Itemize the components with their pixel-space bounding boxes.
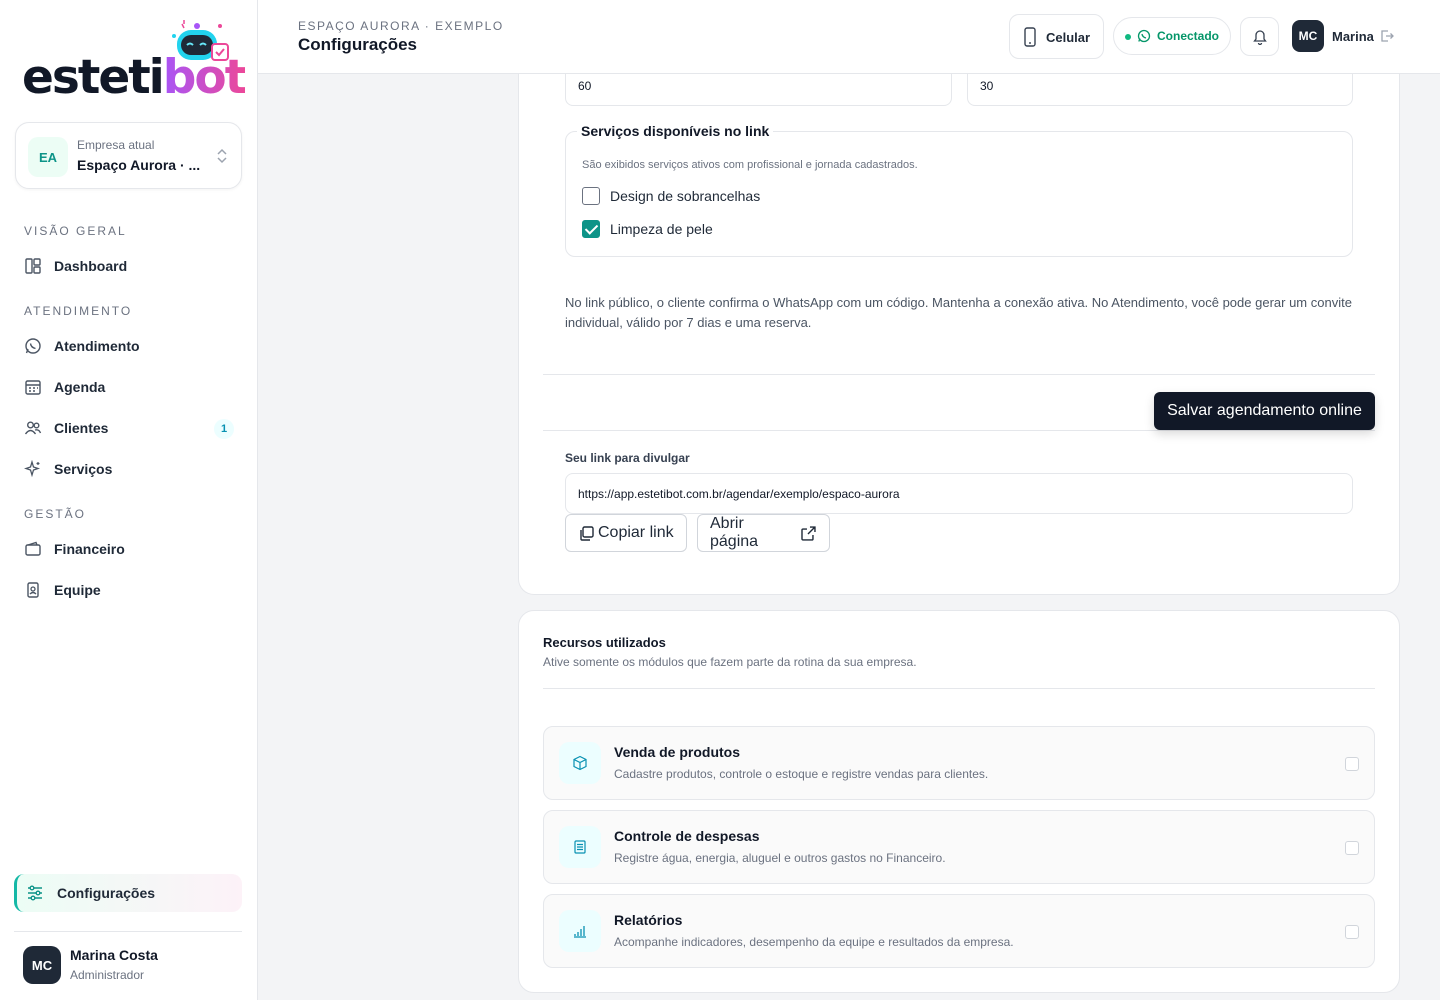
sidebar-item-label: Financeiro bbox=[54, 541, 125, 557]
sidebar-item-label: Atendimento bbox=[54, 338, 140, 354]
service-label: Design de sobrancelhas bbox=[610, 188, 761, 204]
sidebar: estetibot EA Empresa atual Espaço Aurora… bbox=[0, 0, 258, 1000]
save-booking-button[interactable]: Salvar agendamento online bbox=[1154, 392, 1375, 430]
page-title: Configurações bbox=[298, 35, 418, 54]
service-checkbox[interactable] bbox=[582, 220, 600, 238]
section-service: ATENDIMENTO bbox=[24, 304, 133, 318]
top-header: ESPAÇO AURORA · EXEMPLO Configurações Ce… bbox=[258, 0, 1440, 74]
open-page-button[interactable]: Abrir página bbox=[697, 514, 830, 552]
company-switcher[interactable]: EA Empresa atual Espaço Aurora · ... bbox=[15, 122, 242, 189]
breadcrumb: ESPAÇO AURORA · EXEMPLO bbox=[298, 19, 504, 33]
copy-link-label: Copiar link bbox=[598, 524, 674, 541]
external-link-icon bbox=[801, 525, 816, 541]
header-user-name[interactable]: Marina bbox=[1332, 29, 1374, 44]
resource-item-expenses[interactable]: Controle de despesas Registre água, ener… bbox=[543, 810, 1375, 884]
sidebar-item-label: Clientes bbox=[54, 420, 109, 436]
sidebar-item-servicos[interactable]: Serviços bbox=[14, 451, 242, 487]
service-label: Limpeza de pele bbox=[610, 221, 713, 237]
service-option[interactable]: Design de sobrancelhas bbox=[582, 186, 760, 206]
service-option[interactable]: Limpeza de pele bbox=[582, 219, 713, 239]
brand-wordmark: estetibot bbox=[22, 50, 247, 105]
sparkles-icon bbox=[24, 460, 41, 478]
resource-item-reports[interactable]: Relatórios Acompanhe indicadores, desemp… bbox=[543, 894, 1375, 968]
open-page-label: Abrir página bbox=[710, 515, 759, 550]
resource-icon-box bbox=[559, 826, 601, 868]
phone-button[interactable]: Celular bbox=[1009, 14, 1104, 59]
dashboard-icon bbox=[25, 258, 41, 274]
status-dot bbox=[1125, 34, 1131, 40]
company-label: Empresa atual bbox=[77, 138, 155, 152]
resource-description: Acompanhe indicadores, desempenho da equ… bbox=[614, 935, 1014, 949]
wallet-icon bbox=[25, 541, 41, 556]
sidebar-divider bbox=[14, 931, 242, 932]
avatar[interactable]: MC bbox=[1292, 20, 1324, 52]
sidebar-item-label: Equipe bbox=[54, 582, 101, 598]
sidebar-item-clientes[interactable]: Clientes 1 bbox=[14, 410, 242, 446]
services-legend: Serviços disponíveis no link bbox=[577, 123, 774, 139]
booking-note: No link público, o cliente confirma o Wh… bbox=[565, 295, 1352, 330]
phone-label: Celular bbox=[1046, 30, 1091, 45]
bar-chart-icon bbox=[574, 926, 586, 938]
resource-title: Relatórios bbox=[614, 912, 683, 928]
link-label: Seu link para divulgar bbox=[565, 451, 690, 465]
sliders-icon bbox=[28, 885, 42, 901]
service-checkbox[interactable] bbox=[582, 187, 600, 205]
clientes-count-badge: 1 bbox=[214, 419, 234, 439]
resource-icon-box bbox=[559, 742, 601, 784]
logout-icon[interactable] bbox=[1380, 29, 1394, 43]
whatsapp-icon bbox=[1137, 29, 1151, 43]
sidebar-item-equipe[interactable]: Equipe bbox=[14, 572, 242, 608]
section-overview: VISÃO GERAL bbox=[24, 224, 127, 238]
users-icon bbox=[24, 421, 42, 435]
user-name: Marina Costa bbox=[70, 947, 158, 963]
resource-icon-box bbox=[559, 910, 601, 952]
avatar: MC bbox=[23, 946, 61, 984]
receipt-icon bbox=[574, 840, 586, 854]
sidebar-item-atendimento[interactable]: Atendimento bbox=[14, 328, 242, 364]
resources-subtitle: Ative somente os módulos que fazem parte… bbox=[543, 655, 917, 669]
box-icon bbox=[573, 755, 587, 771]
resource-title: Controle de despesas bbox=[614, 828, 760, 844]
resource-toggle-checkbox[interactable] bbox=[1345, 757, 1359, 771]
sidebar-item-label: Dashboard bbox=[54, 258, 128, 274]
sidebar-item-agenda[interactable]: Agenda bbox=[14, 369, 242, 405]
divider bbox=[543, 688, 1375, 689]
user-role: Administrador bbox=[70, 968, 145, 982]
resource-toggle-checkbox[interactable] bbox=[1345, 841, 1359, 855]
copy-link-button[interactable]: Copiar link bbox=[565, 514, 687, 552]
sidebar-item-label: Serviços bbox=[54, 461, 113, 477]
status-label: Conectado bbox=[1157, 29, 1220, 43]
sidebar-item-financeiro[interactable]: Financeiro bbox=[14, 531, 242, 567]
resources-title: Recursos utilizados bbox=[543, 635, 666, 650]
public-link-field[interactable]: https://app.estetibot.com.br/agendar/exe… bbox=[565, 473, 1353, 514]
chevron-updown-icon bbox=[217, 148, 227, 164]
whatsapp-icon bbox=[25, 338, 41, 354]
resource-toggle-checkbox[interactable] bbox=[1345, 925, 1359, 939]
resource-description: Registre água, energia, aluguel e outros… bbox=[614, 851, 946, 865]
bell-icon bbox=[1253, 30, 1267, 45]
services-hint: São exibidos serviços ativos com profiss… bbox=[582, 159, 918, 171]
sidebar-item-configuracoes[interactable]: Configurações bbox=[14, 874, 242, 912]
notifications-button[interactable] bbox=[1240, 17, 1279, 56]
divider bbox=[543, 374, 1375, 375]
sidebar-item-label: Configurações bbox=[57, 885, 156, 901]
company-avatar: EA bbox=[28, 137, 68, 177]
brand-logo[interactable]: estetibot bbox=[22, 18, 247, 108]
section-management: GESTÃO bbox=[24, 507, 87, 521]
whatsapp-status-button[interactable]: Conectado bbox=[1113, 17, 1231, 55]
calendar-icon bbox=[25, 380, 41, 395]
resource-description: Cadastre produtos, controle o estoque e … bbox=[614, 767, 989, 781]
sidebar-item-label: Agenda bbox=[54, 379, 106, 395]
smartphone-icon bbox=[1024, 27, 1036, 47]
resource-title: Venda de produtos bbox=[614, 744, 741, 760]
id-badge-icon bbox=[27, 582, 39, 598]
resource-item-products[interactable]: Venda de produtos Cadastre produtos, con… bbox=[543, 726, 1375, 800]
sidebar-item-dashboard[interactable]: Dashboard bbox=[14, 248, 242, 284]
company-name: Espaço Aurora · ... bbox=[77, 157, 201, 173]
copy-icon bbox=[580, 525, 594, 541]
divider bbox=[543, 430, 1375, 431]
